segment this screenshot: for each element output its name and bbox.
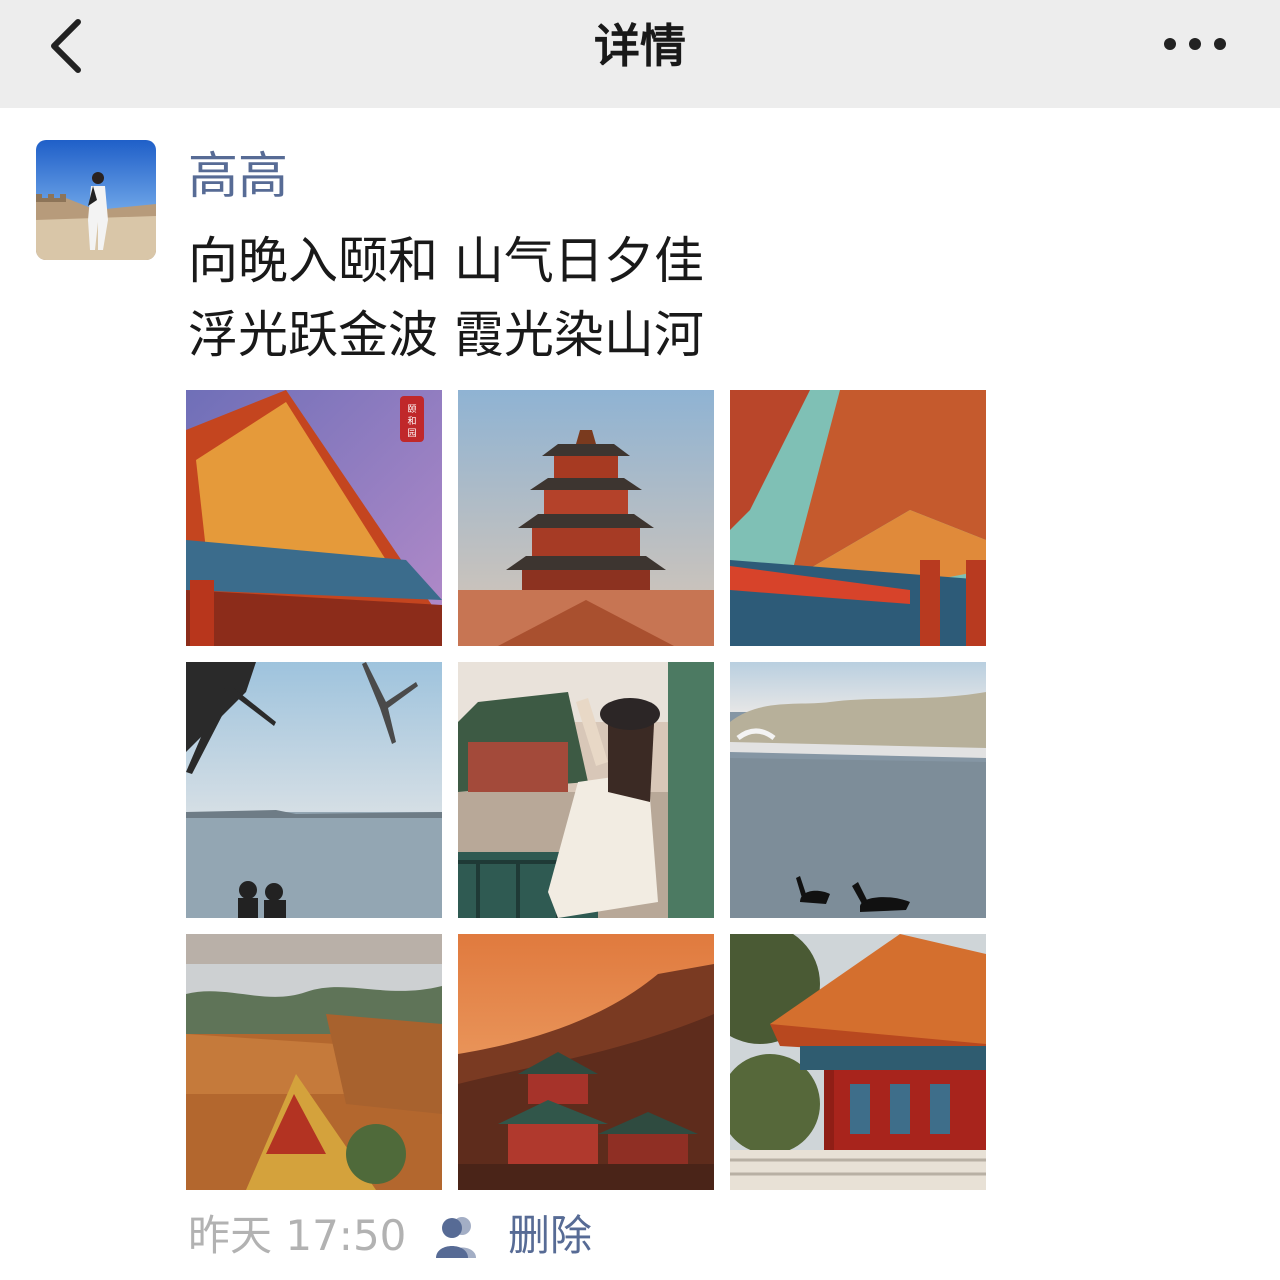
- photo-palace-eaves-purple-sky[interactable]: 颐 和 园: [186, 390, 442, 646]
- post-text-line: 向晚入颐和 山气日夕佳: [188, 232, 704, 290]
- delete-button[interactable]: 删除: [508, 1206, 592, 1266]
- photo-woman-in-pavilion[interactable]: [458, 662, 714, 918]
- photo-lake-tree-silhouette[interactable]: [186, 662, 442, 918]
- more-button[interactable]: [1150, 24, 1240, 64]
- author-name[interactable]: 高高: [188, 146, 288, 206]
- photo-red-pavilion-trees[interactable]: [730, 934, 986, 1190]
- photo-stamp-text: 颐: [407, 404, 416, 415]
- photo-rooftops-over-lake[interactable]: [186, 934, 442, 1190]
- chevron-left-icon: [51, 19, 81, 73]
- svg-text:和: 和: [407, 416, 416, 427]
- back-button[interactable]: [40, 14, 100, 78]
- photo-grid: 颐 和 园: [186, 390, 988, 1192]
- photo-sunset-hillside-temples[interactable]: [458, 934, 714, 1190]
- friends-icon[interactable]: [432, 1214, 482, 1260]
- post-meta: 昨天 17:50 删除: [188, 1206, 888, 1266]
- avatar[interactable]: [36, 140, 156, 260]
- photo-lake-black-swans[interactable]: [730, 662, 986, 918]
- navbar: 详情: [0, 0, 1280, 108]
- photo-palace-roof-corners[interactable]: [730, 390, 986, 646]
- post-timestamp: 昨天 17:50: [188, 1211, 407, 1260]
- svg-text:园: 园: [407, 428, 416, 439]
- post-text-line: 浮光跃金波 霞光染山河: [188, 306, 704, 364]
- post-text: 向晚入颐和 山气日夕佳 浮光跃金波 霞光染山河: [188, 224, 1188, 372]
- more-horizontal-icon: [1164, 38, 1226, 50]
- page-title: 详情: [594, 19, 686, 73]
- photo-foxiang-tower[interactable]: [458, 390, 714, 646]
